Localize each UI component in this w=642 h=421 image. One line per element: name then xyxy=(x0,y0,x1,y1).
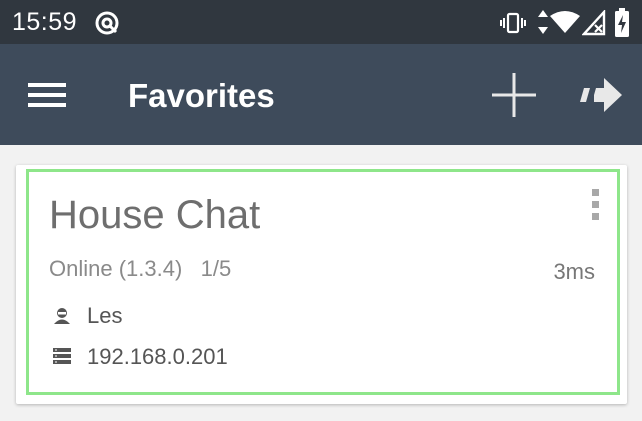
favorite-server-card-body[interactable]: House Chat Online (1.3.4) 1/5 3ms Les 19… xyxy=(26,169,620,395)
favorites-list: House Chat Online (1.3.4) 1/5 3ms Les 19… xyxy=(0,145,642,421)
plus-icon[interactable] xyxy=(492,73,536,117)
data-arrows-icon xyxy=(538,10,548,34)
server-address: 192.168.0.201 xyxy=(87,344,228,369)
no-signal-icon xyxy=(582,10,606,36)
server-name: House Chat xyxy=(49,193,261,237)
app-bar: Favorites xyxy=(0,44,642,145)
server-username: Les xyxy=(87,303,123,328)
user-icon xyxy=(54,308,70,324)
arrow-right-icon[interactable] xyxy=(580,78,624,112)
battery-charging-icon xyxy=(615,8,629,37)
favorite-server-card[interactable]: House Chat Online (1.3.4) 1/5 3ms Les 19… xyxy=(16,165,627,404)
page-title: Favorites xyxy=(128,77,275,114)
more-vert-icon[interactable] xyxy=(589,188,603,222)
status-time: 15:59 xyxy=(12,8,78,36)
status-bar: 15:59 xyxy=(0,0,642,44)
vibrate-icon xyxy=(500,12,526,34)
server-status: Online (1.3.4) 1/5 xyxy=(49,256,232,281)
hamburger-menu-icon[interactable] xyxy=(28,81,66,109)
server-icon xyxy=(53,348,71,364)
sync-app-icon xyxy=(95,11,119,35)
server-ping: 3ms xyxy=(553,259,595,284)
wifi-icon xyxy=(550,11,580,33)
